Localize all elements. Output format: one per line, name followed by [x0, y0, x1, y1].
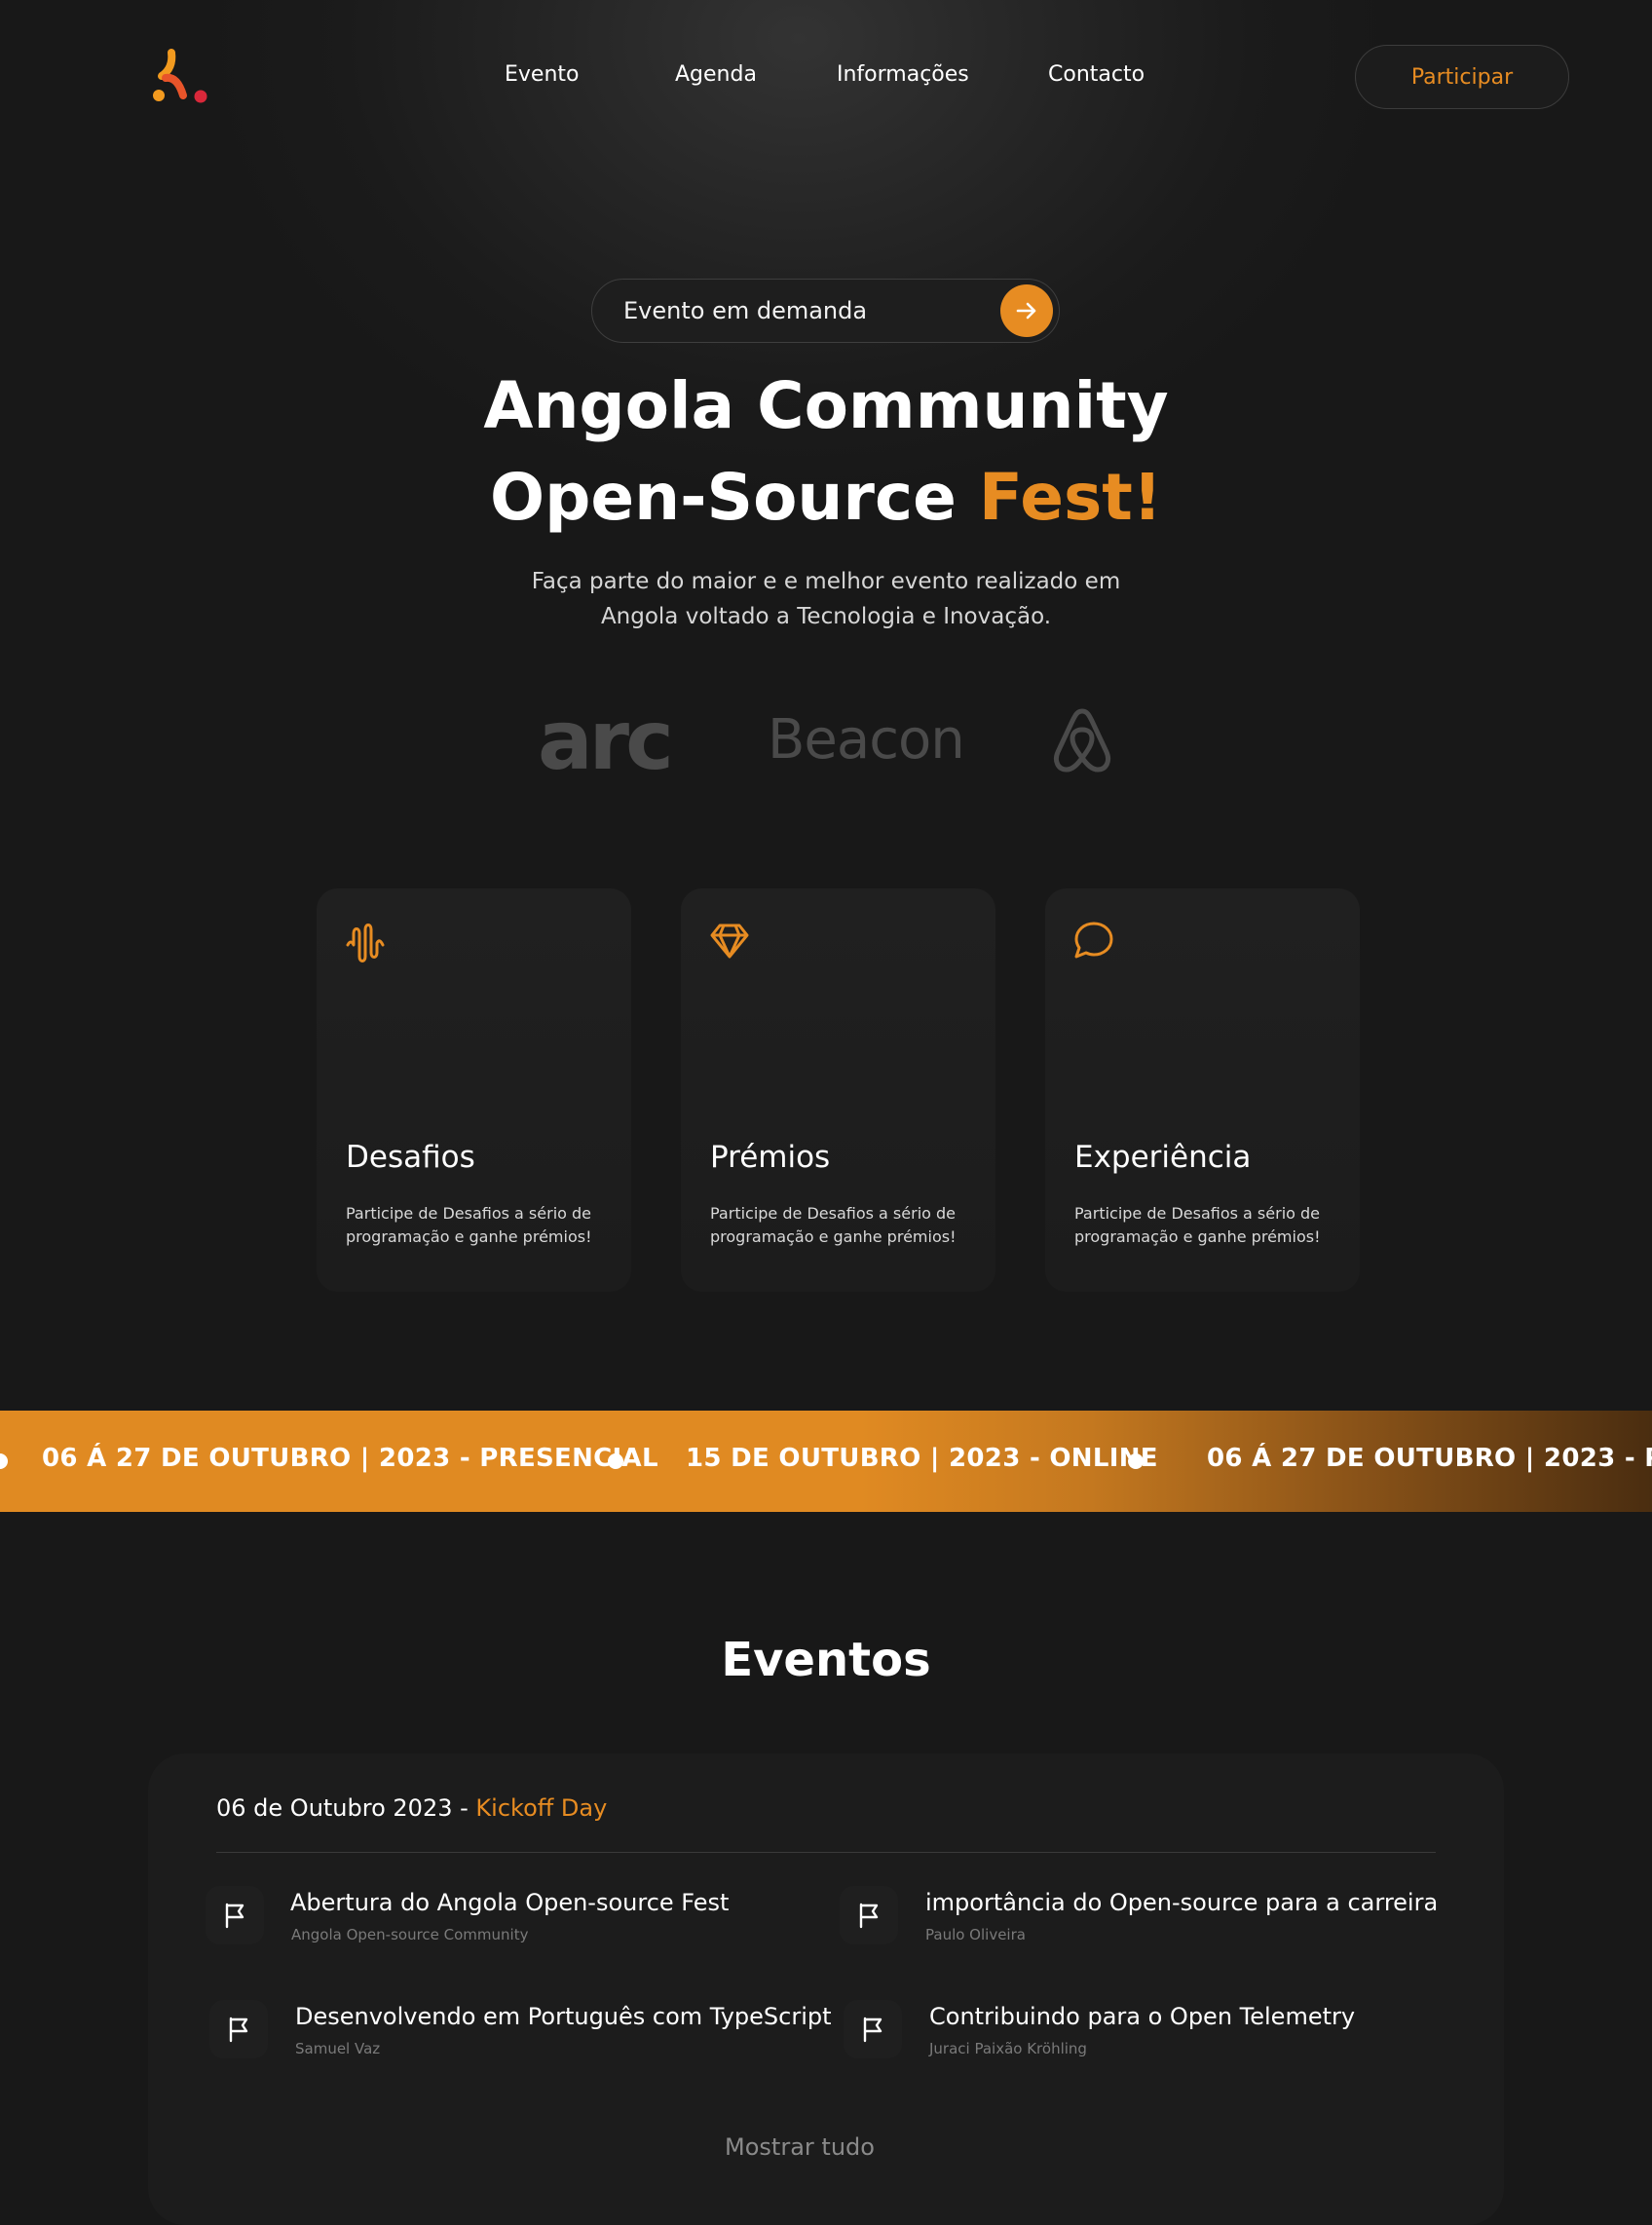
- ticker-dot: [608, 1453, 623, 1469]
- waveform-icon: [344, 920, 391, 966]
- events-date-accent: Kickoff Day: [475, 1794, 608, 1822]
- hero-subtitle: Faça parte do maior e e melhor evento re…: [436, 564, 1216, 634]
- nav-evento[interactable]: Evento: [505, 62, 579, 87]
- flag-icon: [840, 1886, 898, 1944]
- hero-title: Angola Community Open-Source Fest!: [0, 360, 1652, 544]
- hero-title-accent: Fest!: [978, 460, 1162, 535]
- event-title[interactable]: Contribuindo para o Open Telemetry: [929, 2003, 1355, 2030]
- event-title[interactable]: Desenvolvendo em Português com TypeScrip…: [295, 2003, 832, 2030]
- event-speaker: Juraci Paixão Kröhling: [929, 2040, 1087, 2057]
- event-speaker: Paulo Oliveira: [925, 1926, 1026, 1943]
- arc-logo: arc: [538, 693, 674, 788]
- events-date: 06 de Outubro 2023 - Kickoff Day: [216, 1794, 607, 1822]
- airbnb-icon: [1050, 705, 1114, 775]
- k-dot-logo[interactable]: [150, 47, 212, 109]
- ticker-dot: [0, 1453, 8, 1469]
- event-speaker: Angola Open-source Community: [291, 1926, 529, 1943]
- ticker-item: 06 Á 27 DE OUTUBRO | 2023 - PRESENCIAL: [1207, 1444, 1652, 1473]
- feature-card-premios[interactable]: Prémios Participe de Desafios a sério de…: [681, 888, 995, 1292]
- hero-title-line2: Open-Source: [490, 460, 957, 535]
- feature-card-experiencia[interactable]: Experiência Participe de Desafios a séri…: [1045, 888, 1360, 1292]
- flag-icon: [206, 1886, 264, 1944]
- hero-subtitle-line1: Faça parte do maior e e melhor evento re…: [531, 569, 1121, 594]
- on-demand-pill[interactable]: Evento em demanda: [591, 279, 1060, 343]
- nav-agenda[interactable]: Agenda: [675, 62, 757, 87]
- ticker-item: 06 Á 27 DE OUTUBRO | 2023 - PRESENCIAL: [42, 1444, 658, 1473]
- card-text: Participe de Desafios a sério de program…: [710, 1204, 957, 1246]
- card-title: Prémios: [710, 1140, 831, 1175]
- pill-label: Evento em demanda: [623, 297, 868, 324]
- divider: [216, 1852, 1436, 1853]
- hero-subtitle-line2: Angola voltado a Tecnologia e Inovação.: [600, 604, 1052, 629]
- card-title: Desafios: [346, 1140, 475, 1175]
- feature-card-desafios[interactable]: Desafios Participe de Desafios a sério d…: [317, 888, 631, 1292]
- participar-button[interactable]: Participar: [1355, 45, 1569, 109]
- event-title[interactable]: importância do Open-source para a carrei…: [925, 1889, 1438, 1916]
- card-title: Experiência: [1074, 1140, 1252, 1175]
- beacon-logo: Beacon: [768, 708, 965, 772]
- date-ticker: 06 Á 27 DE OUTUBRO | 2023 - PRESENCIAL 1…: [0, 1411, 1652, 1512]
- card-text: Participe de Desafios a sério de program…: [1074, 1204, 1321, 1246]
- diamond-icon: [708, 920, 755, 966]
- hero-title-line1: Angola Community: [483, 368, 1169, 443]
- show-all-link[interactable]: Mostrar tudo: [0, 2133, 1599, 2161]
- flag-icon: [209, 2000, 268, 2058]
- events-section-title: Eventos: [721, 1633, 931, 1687]
- events-date-prefix: 06 de Outubro 2023 -: [216, 1794, 469, 1822]
- nav-contacto[interactable]: Contacto: [1048, 62, 1145, 87]
- card-text: Participe de Desafios a sério de program…: [346, 1204, 592, 1246]
- flag-icon: [844, 2000, 902, 2058]
- ticker-item: 15 DE OUTUBRO | 2023 - ONLINE: [686, 1444, 1158, 1473]
- event-title[interactable]: Abertura do Angola Open-source Fest: [290, 1889, 729, 1916]
- nav-informacoes[interactable]: Informações: [837, 62, 969, 87]
- ticker-dot: [1128, 1453, 1144, 1469]
- arrow-right-icon[interactable]: [1000, 284, 1053, 337]
- chat-bubble-icon: [1072, 920, 1119, 966]
- event-speaker: Samuel Vaz: [295, 2040, 381, 2057]
